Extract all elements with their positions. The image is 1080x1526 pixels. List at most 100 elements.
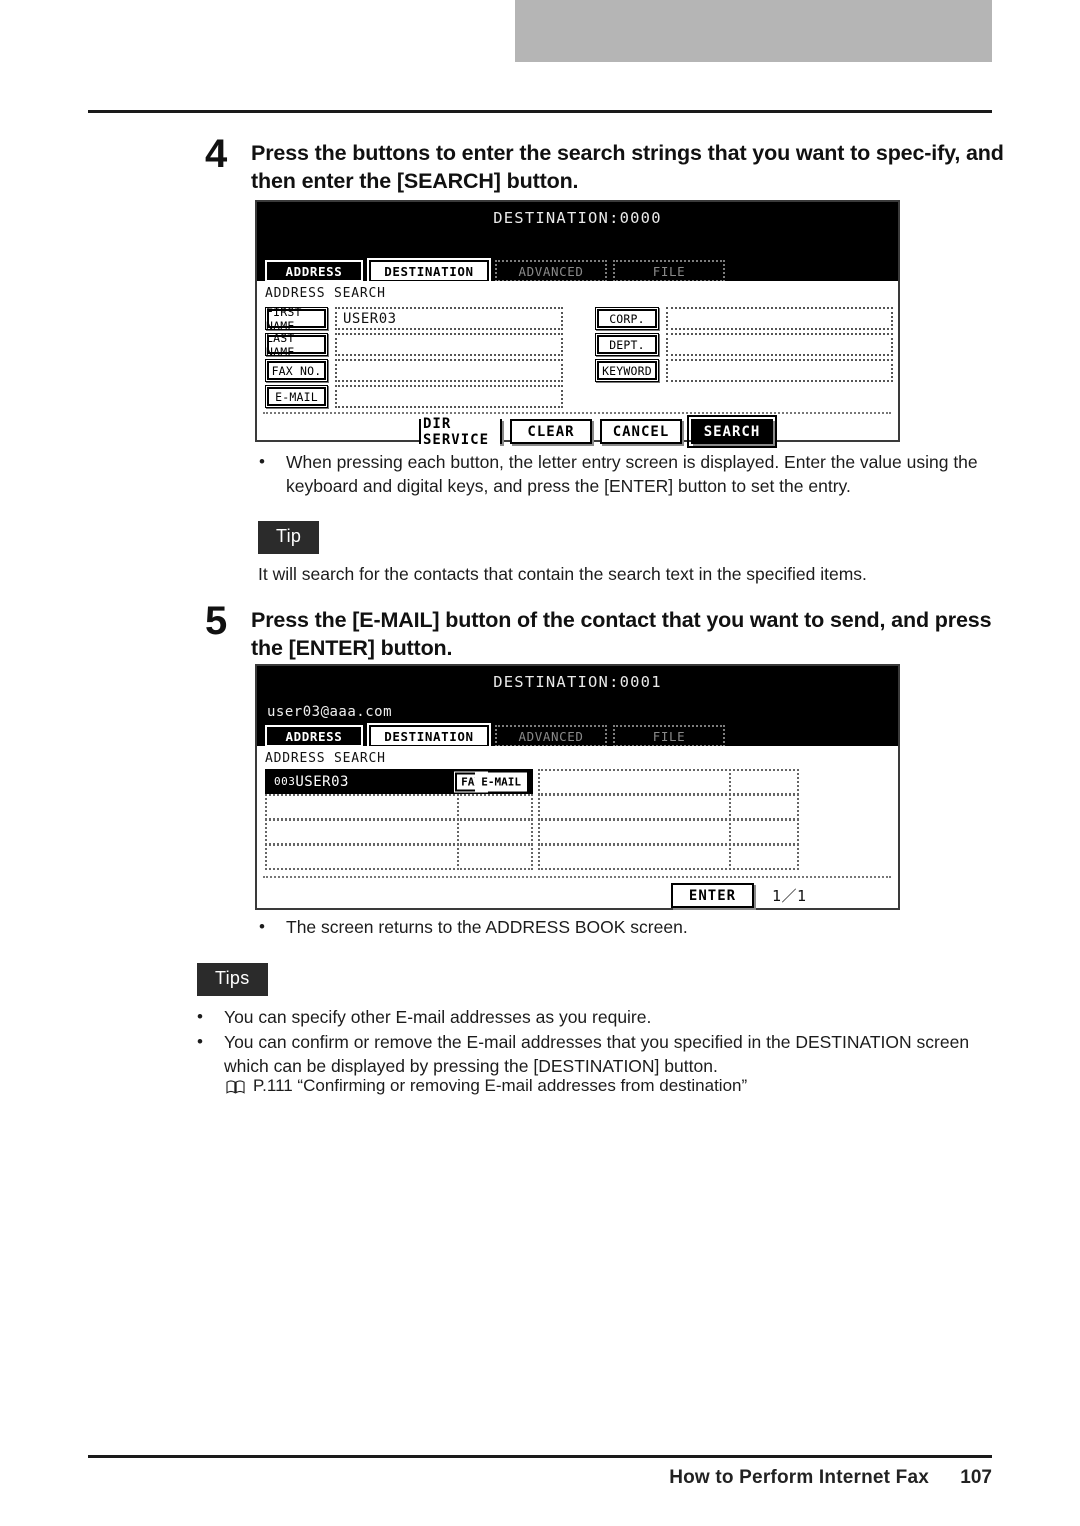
bullet-dot: • xyxy=(259,452,265,471)
footer-page-number: 107 xyxy=(960,1467,992,1488)
footer-title: How to Perform Internet Fax xyxy=(669,1467,930,1488)
lcd2-body: ADDRESS SEARCH 003USER03 FAX E-MAIL ENTE… xyxy=(257,746,898,908)
first-name-button[interactable]: FIRST NAME xyxy=(265,305,328,333)
result-cell-r1c2[interactable] xyxy=(538,769,731,795)
dept-value[interactable] xyxy=(666,333,893,356)
fax-no-button[interactable]: FAX NO. xyxy=(265,359,328,382)
page-footer: How to Perform Internet Fax 107 xyxy=(88,1467,992,1489)
keyword-button[interactable]: KEYWORD xyxy=(595,359,659,382)
e-mail-value[interactable] xyxy=(335,385,563,408)
tips-item-1: • You can specify other E-mail addresses… xyxy=(197,1005,987,1029)
result-row-selected[interactable]: 003USER03 FAX E-MAIL xyxy=(265,769,533,795)
tab-address[interactable]: ADDRESS xyxy=(263,258,365,284)
footer-rule xyxy=(88,1455,992,1458)
page-header-band xyxy=(515,0,992,62)
result-cell-r2c2[interactable] xyxy=(457,794,533,820)
first-name-value[interactable]: USER03 xyxy=(335,307,563,330)
page-indicator: 1／1 xyxy=(772,887,807,905)
step-4-note: • When pressing each button, the letter … xyxy=(259,450,989,498)
fax-no-value[interactable] xyxy=(335,359,563,382)
header-rule xyxy=(88,110,992,113)
enter-button[interactable]: ENTER xyxy=(671,883,754,908)
result-cell-r3c3[interactable] xyxy=(538,819,731,845)
clear-button[interactable]: CLEAR xyxy=(510,419,592,444)
lcd1-body: ADDRESS SEARCH FIRST NAME USER03 LAST NA… xyxy=(257,281,898,448)
step-5-number: 5 xyxy=(205,599,228,643)
result-name: USER03 xyxy=(295,774,349,790)
last-name-button[interactable]: LAST NAME xyxy=(265,331,328,359)
lcd2-section-label: ADDRESS SEARCH xyxy=(265,751,386,766)
lcd-screen-results: DESTINATION:0001 user03@aaa.com ADDRESS … xyxy=(255,664,900,910)
lcd2-title: DESTINATION:0001 xyxy=(493,673,662,691)
bullet-dot-2: • xyxy=(259,917,265,936)
dir-service-label: DIR SERVICE xyxy=(421,415,500,448)
result-row-label: 003USER03 xyxy=(274,774,349,790)
step-4-heading: Press the buttons to enter the search st… xyxy=(251,141,1004,193)
last-name-value[interactable] xyxy=(335,333,563,356)
corp-button[interactable]: CORP. xyxy=(595,307,659,330)
tip-text: It will search for the contacts that con… xyxy=(258,564,867,584)
field-row-fax-no: FAX NO. xyxy=(265,359,563,382)
result-cell-r4c4[interactable] xyxy=(729,844,799,870)
field-row-corp: CORP. xyxy=(595,307,893,330)
result-cell-r4c3[interactable] xyxy=(538,844,731,870)
step-4: 4 Press the buttons to enter the search … xyxy=(205,134,1005,196)
field-row-dept: DEPT. xyxy=(595,333,893,356)
result-cell-r3c4[interactable] xyxy=(729,819,799,845)
book-icon xyxy=(226,1079,245,1094)
field-row-keyword: KEYWORD xyxy=(595,359,893,382)
tips-item-2-text: You can confirm or remove the E-mail add… xyxy=(224,1032,970,1077)
result-cell-r4c1[interactable] xyxy=(265,844,459,870)
tab-advanced[interactable]: ADVANCED xyxy=(495,260,607,282)
tip-badge: Tip xyxy=(258,521,320,554)
result-index: 003 xyxy=(274,775,296,788)
tab-file-2[interactable]: FILE xyxy=(613,725,725,747)
step-4-note-text: When pressing each button, the letter en… xyxy=(286,452,978,497)
keyword-value[interactable] xyxy=(666,359,893,382)
lcd2-tab-bar: ADDRESS DESTINATION ADVANCED FILE xyxy=(263,723,725,749)
cross-reference-text: P.111 “Confirming or removing E-mail add… xyxy=(253,1076,748,1095)
bullet-dot-3: • xyxy=(197,1007,203,1026)
field-row-e-mail: E-MAIL xyxy=(265,385,563,408)
tab-destination[interactable]: DESTINATION xyxy=(367,258,491,284)
result-cell-r4c2[interactable] xyxy=(457,844,533,870)
step-5: 5 Press the [E-MAIL] button of the conta… xyxy=(205,601,1010,663)
lcd1-title: DESTINATION:0000 xyxy=(493,209,662,227)
lcd1-section-label: ADDRESS SEARCH xyxy=(265,286,386,301)
lcd1-titlebar: DESTINATION:0000 ADDRESS DESTINATION ADV… xyxy=(257,202,898,284)
corp-value[interactable] xyxy=(666,307,893,330)
tips-item-2: • You can confirm or remove the E-mail a… xyxy=(197,1030,987,1078)
result-cell-r1c3[interactable] xyxy=(729,769,799,795)
lcd1-divider xyxy=(263,412,891,414)
tab-destination-2[interactable]: DESTINATION xyxy=(367,723,491,749)
tips-item-1-text: You can specify other E-mail addresses a… xyxy=(224,1007,652,1027)
step-4-number: 4 xyxy=(205,132,228,176)
lcd-screen-search: DESTINATION:0000 ADDRESS DESTINATION ADV… xyxy=(255,200,900,448)
result-cell-r3c2[interactable] xyxy=(457,819,533,845)
result-cell-r2c1[interactable] xyxy=(265,794,459,820)
tab-file[interactable]: FILE xyxy=(613,260,725,282)
lcd1-tab-bar: ADDRESS DESTINATION ADVANCED FILE xyxy=(263,258,725,284)
step-5-note: • The screen returns to the ADDRESS BOOK… xyxy=(259,915,989,939)
result-cell-r2c3[interactable] xyxy=(538,794,731,820)
search-button[interactable]: SEARCH xyxy=(687,415,777,448)
tab-advanced-2[interactable]: ADVANCED xyxy=(495,725,607,747)
result-cell-r3c1[interactable] xyxy=(265,819,459,845)
field-row-last-name: LAST NAME xyxy=(265,331,563,359)
tab-address-2[interactable]: ADDRESS xyxy=(263,723,365,749)
cancel-button[interactable]: CANCEL xyxy=(600,419,682,444)
result-email-button[interactable]: E-MAIL xyxy=(475,772,527,792)
lcd2-divider xyxy=(263,876,891,878)
lcd2-titlebar: DESTINATION:0001 user03@aaa.com ADDRESS … xyxy=(257,666,898,749)
dir-service-button[interactable]: DIR SERVICE xyxy=(419,415,502,448)
field-row-first-name: FIRST NAME USER03 xyxy=(265,305,563,333)
lcd2-address-line: user03@aaa.com xyxy=(267,704,393,720)
result-cell-r2c4[interactable] xyxy=(729,794,799,820)
e-mail-button[interactable]: E-MAIL xyxy=(265,385,328,408)
step-5-heading: Press the [E-MAIL] button of the contact… xyxy=(251,608,992,660)
dept-button[interactable]: DEPT. xyxy=(595,333,659,356)
bullet-dot-4: • xyxy=(197,1032,203,1051)
tips-badge: Tips xyxy=(197,963,268,996)
step-5-note-text: The screen returns to the ADDRESS BOOK s… xyxy=(286,917,688,937)
cross-reference[interactable]: P.111 “Confirming or removing E-mail add… xyxy=(226,1076,986,1096)
